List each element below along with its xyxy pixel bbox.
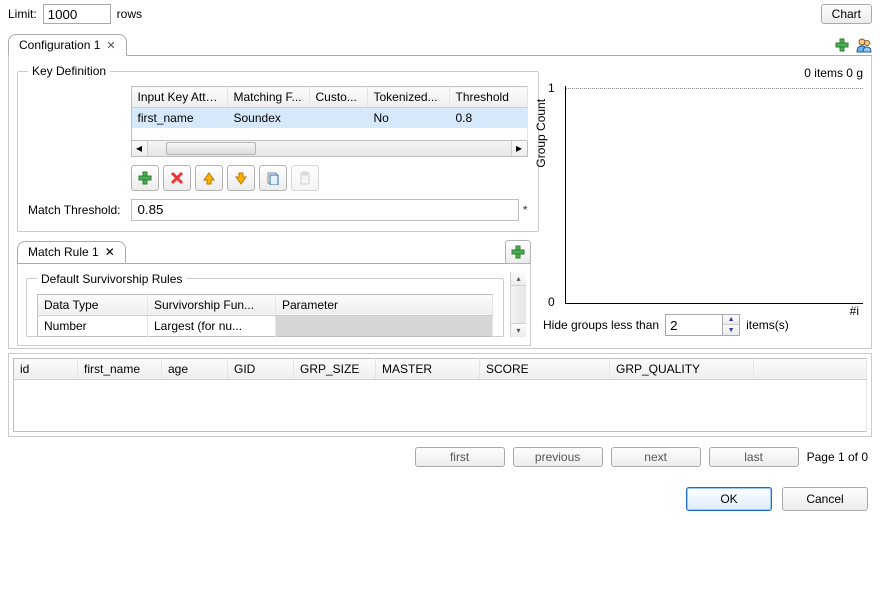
scroll-left-icon[interactable]: ◂	[132, 141, 148, 156]
required-indicator: *	[519, 203, 528, 217]
hide-groups-suffix: items(s)	[746, 318, 789, 332]
page-status: Page 1 of 0	[807, 450, 868, 464]
table-row[interactable]: Number Largest (for nu...	[38, 315, 493, 336]
tab-label: Configuration 1	[19, 38, 100, 52]
key-definition-group: Key Definition Input Key Attri... Matchi…	[17, 64, 539, 232]
close-icon[interactable]: ✕	[105, 245, 115, 259]
tab-match-rule-1[interactable]: Match Rule 1 ✕	[17, 241, 126, 263]
last-page-button[interactable]: last	[709, 447, 799, 467]
limit-input[interactable]	[43, 4, 111, 24]
next-page-button[interactable]: next	[611, 447, 701, 467]
hide-groups-label: Hide groups less than	[543, 318, 659, 332]
close-icon[interactable]: ✕	[106, 39, 115, 52]
results-table[interactable]: id first_name age GID GRP_SIZE MASTER SC…	[13, 358, 867, 432]
table-row	[14, 379, 867, 431]
survivorship-legend: Default Survivorship Rules	[37, 272, 186, 286]
delete-row-button[interactable]	[163, 165, 191, 191]
move-up-button[interactable]	[195, 165, 223, 191]
first-page-button[interactable]: first	[415, 447, 505, 467]
hide-groups-input[interactable]	[666, 315, 722, 335]
chart-panel: 0 items 0 g Group Count 1 0 #i	[543, 64, 863, 308]
chart-tick: 0	[548, 295, 555, 309]
v-scrollbar[interactable]: ▴ ▾	[510, 272, 526, 337]
match-threshold-input[interactable]	[131, 199, 519, 221]
chart-title: 0 items 0 g	[543, 64, 863, 82]
ok-button[interactable]: OK	[686, 487, 772, 511]
survivorship-group: Default Survivorship Rules Data Type Sur…	[26, 272, 504, 337]
previous-page-button[interactable]: previous	[513, 447, 603, 467]
limit-unit: rows	[117, 7, 142, 21]
add-tab-icon[interactable]	[834, 37, 850, 53]
tab-label: Match Rule 1	[28, 245, 99, 259]
chart-button[interactable]: Chart	[821, 4, 872, 24]
tab-configuration-1[interactable]: Configuration 1 ✕	[8, 34, 127, 56]
key-definition-legend: Key Definition	[28, 64, 110, 78]
users-icon[interactable]	[856, 37, 872, 53]
key-attributes-table[interactable]: Input Key Attri... Matching F... Custo..…	[131, 86, 528, 141]
match-threshold-label: Match Threshold:	[28, 203, 121, 217]
copy-button[interactable]	[259, 165, 287, 191]
table-row[interactable]: first_name Soundex No 0.8	[131, 108, 527, 129]
scroll-down-icon[interactable]: ▾	[511, 323, 526, 337]
scroll-right-icon[interactable]: ▸	[511, 141, 527, 156]
h-scrollbar[interactable]: ◂ ▸	[131, 141, 528, 157]
move-down-button[interactable]	[227, 165, 255, 191]
chart-y-axis-label: Group Count	[534, 99, 548, 168]
survivorship-table[interactable]: Data Type Survivorship Fun... Parameter …	[37, 294, 493, 337]
paste-button	[291, 165, 319, 191]
add-match-rule-button[interactable]	[505, 240, 531, 264]
limit-label: Limit:	[8, 7, 37, 21]
chart-tick: 1	[548, 81, 555, 95]
table-header: Input Key Attri... Matching F... Custo..…	[131, 87, 527, 108]
scroll-up-icon[interactable]: ▴	[511, 272, 526, 286]
spin-down-icon[interactable]: ▼	[723, 325, 739, 335]
cancel-button[interactable]: Cancel	[782, 487, 868, 511]
add-row-button[interactable]	[131, 165, 159, 191]
chart-x-axis-label: #i	[543, 304, 863, 318]
